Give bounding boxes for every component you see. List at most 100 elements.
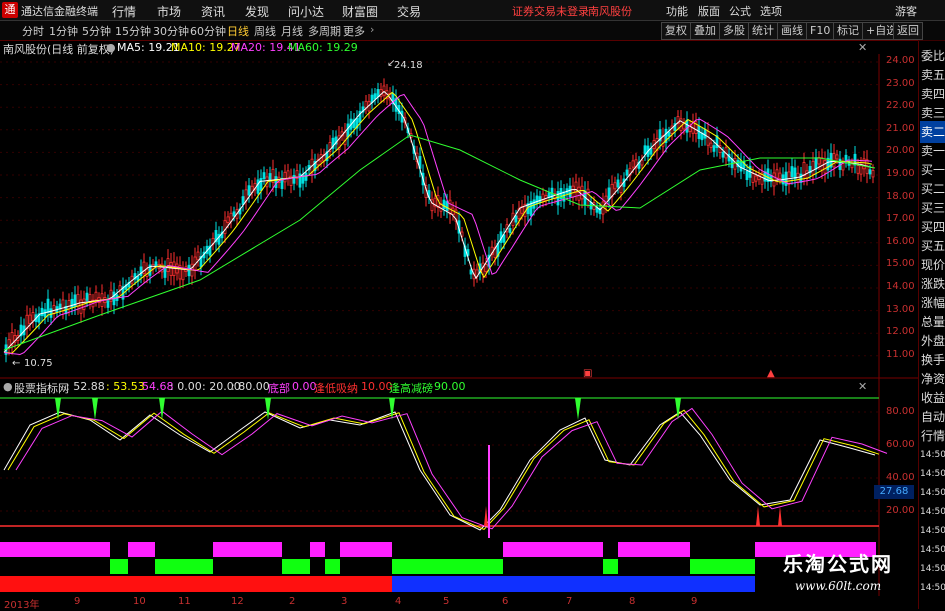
price-tick: 11.00: [886, 348, 915, 360]
draw-line-button[interactable]: 画线: [777, 22, 807, 40]
app-logo-icon: 通: [2, 2, 18, 18]
indicator-name[interactable]: 股票指标网: [14, 380, 69, 396]
candle-body: [823, 160, 827, 174]
multi-stock-button[interactable]: 多股: [719, 22, 749, 40]
period-daily[interactable]: 日线: [227, 23, 249, 39]
candle-body: [85, 292, 89, 301]
candle-body: [712, 145, 716, 152]
period-more[interactable]: 更多: [343, 23, 365, 39]
period-weekly[interactable]: 周线: [254, 23, 276, 39]
menu-function[interactable]: 功能: [666, 3, 688, 19]
candle-body: [169, 262, 173, 276]
candle-body: [568, 185, 572, 198]
price-tick: 17.00: [886, 213, 915, 225]
period-15min[interactable]: 15分钟: [115, 23, 151, 39]
login-warning[interactable]: 证券交易未登录: [512, 3, 589, 19]
candle-body: [226, 216, 230, 223]
candle-body: [577, 186, 581, 201]
date-tick: 12: [231, 596, 244, 607]
menu-quotes[interactable]: 行情: [112, 3, 136, 20]
menu-news[interactable]: 资讯: [201, 3, 225, 20]
bar-magenta: [128, 542, 155, 557]
candle-body: [343, 131, 347, 146]
candle-body: [43, 309, 47, 318]
date-tick: 4: [395, 596, 402, 607]
price-tick: 15.00: [886, 258, 915, 270]
menu-ask[interactable]: 问小达: [288, 3, 324, 20]
period-60min[interactable]: 60分钟: [190, 23, 226, 39]
indicator-high-value: 90.00: [434, 380, 466, 393]
candle-body: [616, 179, 620, 188]
mark-button[interactable]: 标记: [833, 22, 863, 40]
bar-magenta: [503, 542, 603, 557]
candle-body: [835, 154, 839, 160]
price-tick: 12.00: [886, 326, 915, 338]
menu-market[interactable]: 市场: [157, 3, 181, 20]
period-monthly[interactable]: 月线: [281, 23, 303, 39]
price-tick: 19.00: [886, 168, 915, 179]
candle-body: [283, 171, 287, 183]
candle-body: [856, 165, 860, 174]
menu-formula[interactable]: 公式: [729, 3, 751, 19]
overlay-button[interactable]: 叠加: [690, 22, 720, 40]
candle-body: [709, 142, 713, 148]
indicator-tick: 80.00: [886, 406, 915, 417]
period-toolbar: 分时 1分钟 5分钟 15分钟 30分钟 60分钟 日线 周线 月线 多周期 更…: [0, 21, 945, 41]
candle-body: [247, 185, 251, 196]
candle-body: [31, 312, 35, 322]
candle-body: [292, 175, 296, 184]
candle-body: [778, 172, 782, 179]
bar-magenta: [310, 542, 325, 557]
period-minute-chart[interactable]: 分时: [22, 23, 44, 39]
candle-body: [181, 268, 185, 281]
buy-signal-marker: [756, 506, 760, 526]
candle-body: [94, 291, 98, 301]
period-30min[interactable]: 30分钟: [153, 23, 189, 39]
candle-body: [871, 170, 875, 178]
candle-body: [262, 172, 266, 180]
candle-body: [70, 298, 74, 309]
date-tick: 7: [566, 596, 573, 607]
indicator-v1: : 52.88: [66, 380, 105, 393]
period-1min[interactable]: 1分钟: [49, 23, 78, 39]
candle-body: [40, 307, 44, 317]
candle-body: [667, 131, 671, 137]
menu-options[interactable]: 选项: [760, 3, 782, 19]
signal-marker-1: ▣: [583, 368, 592, 379]
candle-body: [775, 169, 779, 179]
price-tick: 14.00: [886, 281, 915, 292]
menu-layout[interactable]: 版面: [698, 3, 720, 19]
candle-body: [187, 264, 191, 277]
candle-body: [703, 128, 707, 139]
indicator-bottom-value: 0.00: [292, 380, 317, 393]
close-icon[interactable]: ✕: [858, 380, 867, 393]
back-button[interactable]: 返回: [893, 22, 923, 40]
date-tick: 9: [691, 596, 698, 607]
side-item-28[interactable]: 14:50: [920, 577, 945, 599]
candle-body: [751, 173, 755, 183]
menu-wealth[interactable]: 财富圈: [342, 3, 378, 20]
period-5min[interactable]: 5分钟: [82, 23, 111, 39]
quote-side-panel: 委比 卖五 卖四 卖三 卖二 卖一 买一 买二 买三 买四 买五 现价 涨跌 涨幅 总量 外盘 换手 净资 收益 自动…: [918, 41, 945, 609]
price-grid: [0, 61, 879, 357]
menu-bar: 通 通达信金融终端 行情 市场 资讯 发现 问小达 财富圈 交易 证券交易未登录…: [0, 0, 945, 21]
period-multi[interactable]: 多周期: [308, 23, 341, 39]
candle-body: [346, 123, 350, 138]
guest-user[interactable]: 游客: [895, 3, 917, 19]
adjust-button[interactable]: 复权: [661, 22, 691, 40]
candle-body: [532, 199, 536, 209]
menu-trade[interactable]: 交易: [397, 3, 421, 20]
candle-body: [28, 314, 32, 324]
candle-body: [52, 305, 56, 314]
candle-body: [811, 160, 815, 175]
candle-body: [745, 170, 749, 181]
f10-button[interactable]: F10: [806, 22, 835, 40]
date-tick: 6: [502, 596, 509, 607]
settings-circle-icon[interactable]: ●: [3, 380, 13, 393]
chevron-right-icon[interactable]: ›: [370, 23, 374, 36]
bar-green: [325, 559, 340, 574]
statistics-button[interactable]: 统计: [748, 22, 778, 40]
indicator-tick: 60.00: [886, 439, 915, 450]
bar-green: [155, 559, 213, 574]
menu-discover[interactable]: 发现: [245, 3, 269, 20]
